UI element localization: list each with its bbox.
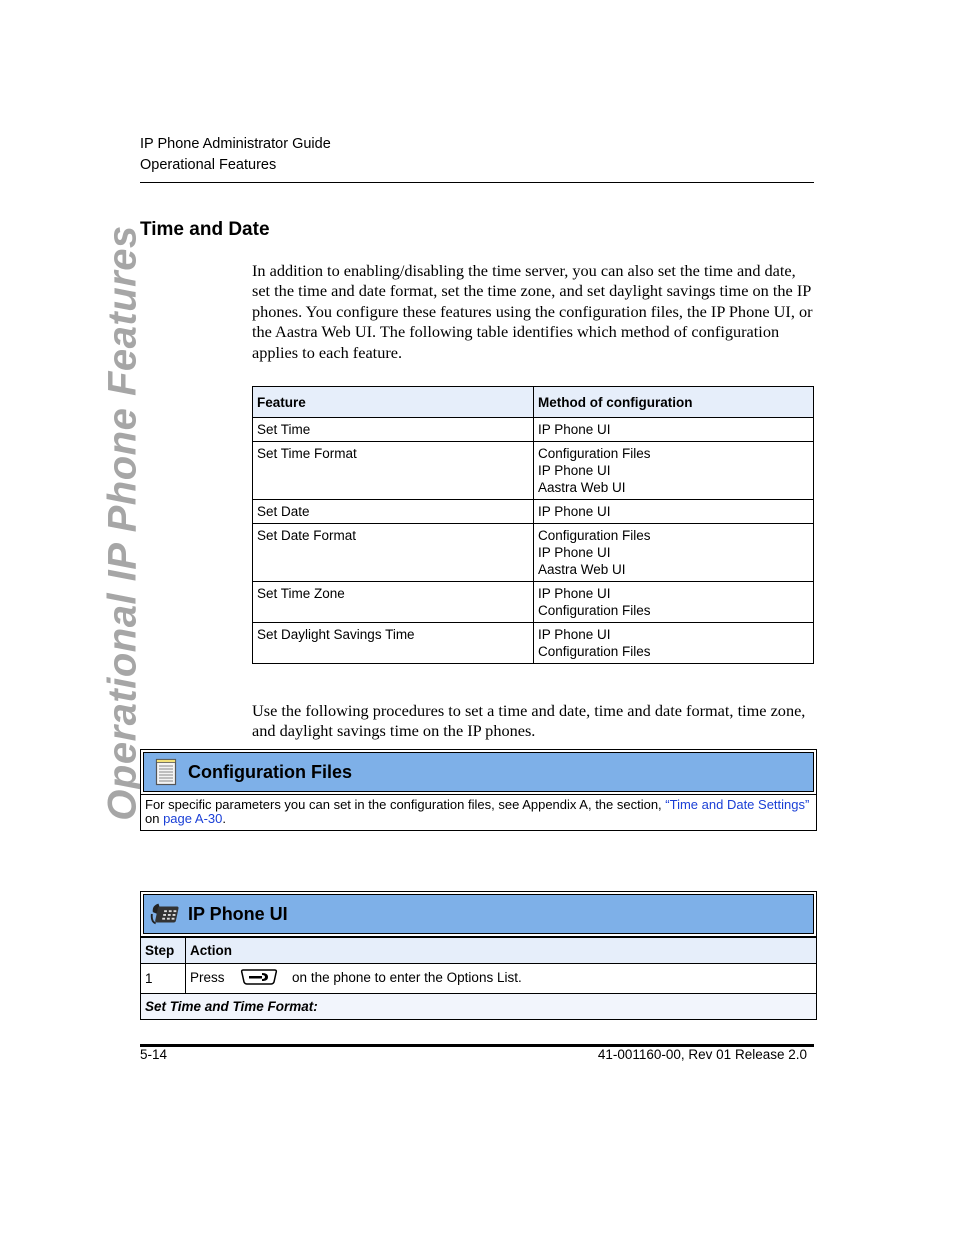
feature-row: Set Time Zone IP Phone UI Configuration Fi… bbox=[252, 581, 814, 623]
feature-table-header: Feature Method of configuration bbox=[252, 386, 814, 418]
steps-table: Step Action 1 Press on the phone to ente… bbox=[140, 937, 817, 1020]
options-key-icon bbox=[240, 968, 278, 989]
config-files-title: Configuration Files bbox=[188, 761, 352, 782]
step-action-after: on the phone to enter the Options List. bbox=[292, 970, 522, 986]
method-item: IP Phone UI bbox=[538, 545, 611, 560]
intro-paragraph: In addition to enabling/disabling the ti… bbox=[252, 261, 813, 362]
feature-cell: Set Daylight Savings Time bbox=[252, 622, 534, 664]
method-item: Configuration Files bbox=[538, 528, 651, 543]
side-tab: Operational IP Phone Features bbox=[98, 225, 148, 820]
step-action-before: Press bbox=[190, 970, 225, 986]
doc-id: 41-001160-00, Rev 01 Release 2.0 bbox=[597, 1047, 807, 1062]
step-number: 1 bbox=[140, 963, 186, 994]
step-action: Press on the phone to enter the Options … bbox=[185, 963, 817, 994]
time-date-settings-link[interactable]: “Time and Date Settings” bbox=[665, 797, 809, 812]
feature-row: Set Time IP Phone UI bbox=[252, 417, 814, 442]
method-cell: IP Phone UI bbox=[533, 417, 814, 442]
page-a30-link[interactable]: page A-30 bbox=[163, 811, 222, 826]
method-header: Method of configuration bbox=[533, 386, 814, 418]
side-tab-label: Operational IP Phone Features bbox=[100, 224, 145, 821]
desk-phone-icon bbox=[150, 898, 182, 930]
config-files-body: For specific parameters you can set in t… bbox=[140, 795, 817, 831]
config-files-text: For specific parameters you can set in t… bbox=[145, 797, 666, 812]
feature-header: Feature bbox=[252, 386, 534, 418]
set-time-subheading: Set Time and Time Format: bbox=[140, 993, 817, 1020]
method-item: Configuration Files bbox=[538, 603, 651, 618]
page-number: 5-14 bbox=[140, 1047, 168, 1062]
action-header: Action bbox=[185, 937, 817, 964]
step-header: Step bbox=[140, 937, 186, 964]
steps-header-row: Step Action bbox=[140, 937, 817, 964]
feature-cell: Set Time Zone bbox=[252, 581, 534, 623]
feature-row: Set Daylight Savings Time IP Phone UI Conf… bbox=[252, 622, 814, 664]
chapter-title: Operational Features bbox=[140, 157, 277, 173]
ip-phone-ui-banner: IP Phone UI bbox=[143, 894, 814, 934]
step-row: 1 Press on the phone to enter the Option… bbox=[140, 963, 817, 994]
method-cell: Configuration Files IP Phone UI Aastra Web… bbox=[533, 441, 814, 500]
config-files-text-mid: on bbox=[145, 811, 164, 826]
procedure-intro: Use the following procedures to set a ti… bbox=[252, 701, 806, 741]
config-files-box: Configuration Files For specific paramet… bbox=[140, 749, 817, 831]
config-files-banner: Configuration Files bbox=[143, 752, 814, 792]
method-item: IP Phone UI bbox=[538, 504, 611, 519]
config-files-text-end: . bbox=[222, 811, 226, 826]
method-cell: IP Phone UI Configuration Files bbox=[533, 622, 814, 664]
section-title: Time and Date bbox=[140, 219, 270, 240]
feature-row: Set Date IP Phone UI bbox=[252, 499, 814, 524]
feature-row: Set Date Format Configuration Files IP Pho… bbox=[252, 523, 814, 582]
method-item: Configuration Files bbox=[538, 446, 651, 461]
subheading-row: Set Time and Time Format: bbox=[140, 993, 817, 1020]
method-cell: IP Phone UI Configuration Files bbox=[533, 581, 814, 623]
method-item: Configuration Files bbox=[538, 644, 651, 659]
config-files-banner-frame: Configuration Files bbox=[140, 749, 817, 795]
method-item: Aastra Web UI bbox=[538, 480, 626, 495]
feature-table: Feature Method of configuration Set Time… bbox=[252, 386, 814, 664]
notepad-icon bbox=[150, 756, 182, 788]
method-item: IP Phone UI bbox=[538, 422, 611, 437]
feature-row: Set Time Format Configuration Files IP Pho… bbox=[252, 441, 814, 500]
feature-cell: Set Time Format bbox=[252, 441, 534, 500]
ip-phone-ui-title: IP Phone UI bbox=[188, 903, 288, 924]
ip-phone-ui-box: IP Phone UI Step Action 1 Press on the p… bbox=[140, 891, 817, 1020]
guide-title: IP Phone Administrator Guide bbox=[140, 136, 331, 152]
feature-cell: Set Date Format bbox=[252, 523, 534, 582]
header-rule bbox=[140, 182, 814, 183]
method-item: Aastra Web UI bbox=[538, 562, 626, 577]
feature-cell: Set Time bbox=[252, 417, 534, 442]
method-item: IP Phone UI bbox=[538, 463, 611, 478]
method-item: IP Phone UI bbox=[538, 627, 611, 642]
feature-cell: Set Date bbox=[252, 499, 534, 524]
ip-phone-ui-banner-frame: IP Phone UI bbox=[140, 891, 817, 937]
method-cell: IP Phone UI bbox=[533, 499, 814, 524]
method-item: IP Phone UI bbox=[538, 586, 611, 601]
method-cell: Configuration Files IP Phone UI Aastra Web… bbox=[533, 523, 814, 582]
